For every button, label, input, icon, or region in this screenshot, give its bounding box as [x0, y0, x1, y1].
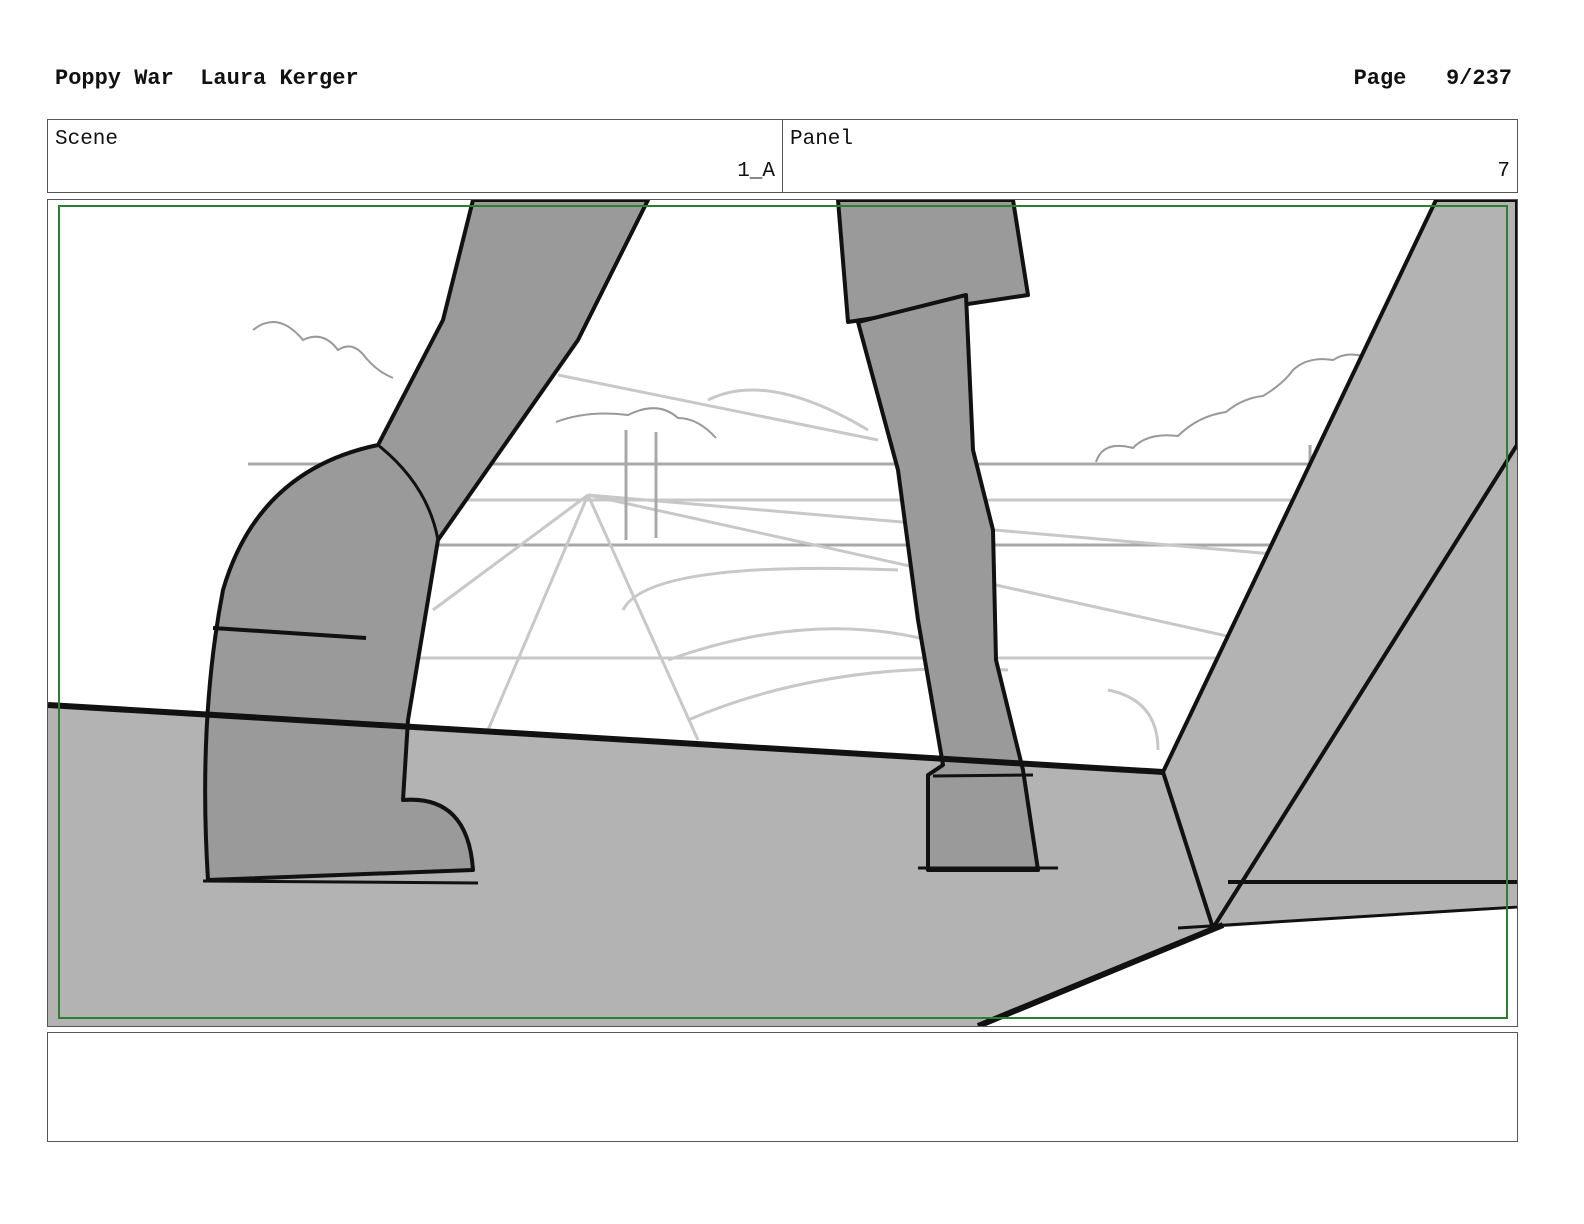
floor-lower-right — [1213, 882, 1517, 928]
storyboard-panel — [47, 199, 1518, 1027]
panel-cell: Panel 7 — [782, 120, 1517, 192]
page-indicator: Page 9/237 — [1354, 66, 1512, 91]
scene-cell: Scene 1_A — [48, 120, 782, 192]
scene-panel-info: Scene 1_A Panel 7 — [47, 119, 1518, 193]
panel-label: Panel — [790, 128, 854, 151]
storyboard-sketch — [48, 200, 1517, 1026]
panel-value: 7 — [1497, 160, 1510, 183]
page-label: Page — [1353, 66, 1407, 91]
scene-value: 1_A — [737, 160, 775, 183]
page-number: 9/237 — [1445, 66, 1512, 91]
scene-label: Scene — [55, 128, 119, 151]
left-foot-base — [202, 879, 479, 885]
notes-box — [47, 1032, 1518, 1142]
project-name: Poppy War — [55, 66, 174, 91]
center-ankle-strap — [932, 773, 1034, 778]
author-name: Laura Kerger — [200, 66, 359, 91]
project-title: Poppy War Laura Kerger — [55, 66, 359, 91]
